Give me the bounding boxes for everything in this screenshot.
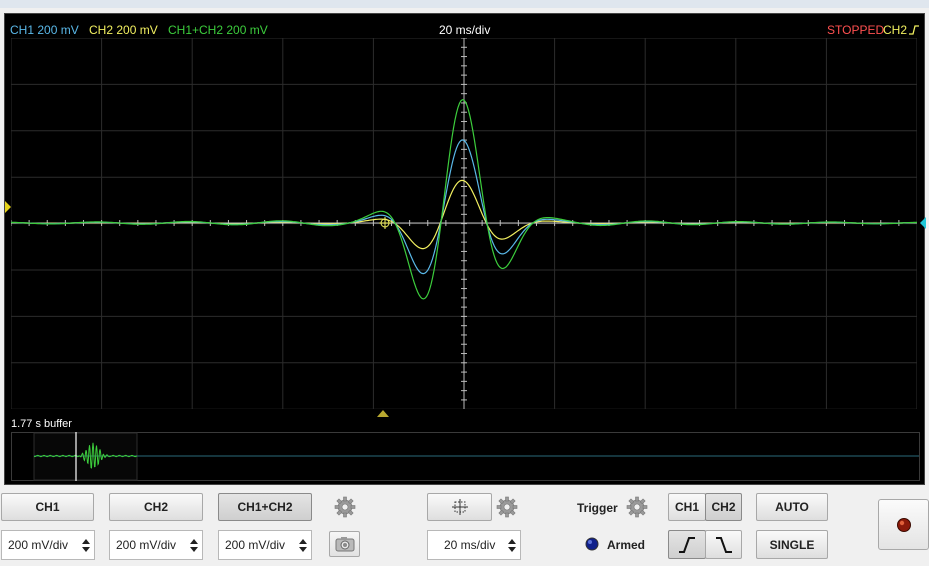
trigger-position-marker-icon[interactable] <box>377 410 389 417</box>
record-icon <box>896 517 911 532</box>
trigger-ch1-button[interactable]: CH1 <box>668 493 706 521</box>
sum-header-label: CH1+CH2 200 mV <box>168 23 268 37</box>
armed-indicator-icon <box>585 537 599 551</box>
ch1-header-label: CH1 200 mV <box>10 23 79 37</box>
sum-button[interactable]: CH1+CH2 <box>218 493 312 521</box>
armed-label: Armed <box>607 538 646 552</box>
ch1-scale-spinner[interactable]: 200 mV/div <box>1 530 95 560</box>
rising-edge-button[interactable] <box>668 530 706 559</box>
auto-button[interactable]: AUTO <box>756 493 828 521</box>
ch2-scale-value: 200 mV/div <box>116 538 177 552</box>
time-scale-spinner[interactable]: 20 ms/div <box>427 530 521 560</box>
ch1-scale-value: 200 mV/div <box>8 538 69 552</box>
waveform-plot <box>11 38 917 409</box>
screenshot-button[interactable] <box>329 531 360 557</box>
trigger-label: Trigger <box>577 501 618 515</box>
ch1-button[interactable]: CH1 <box>1 493 94 521</box>
spinner-arrows-icon[interactable] <box>295 538 311 552</box>
falling-edge-icon <box>715 536 732 553</box>
trigger-channel-label: CH2 <box>883 23 908 37</box>
timebase-header-label: 20 ms/div <box>439 23 491 37</box>
record-button[interactable] <box>878 499 929 550</box>
trigger-edge-indicator-icon <box>909 25 919 35</box>
sum-scale-value: 200 mV/div <box>225 538 286 552</box>
camera-icon <box>335 537 354 552</box>
ch2-button[interactable]: CH2 <box>109 493 203 521</box>
trigger-ch2-button[interactable]: CH2 <box>705 493 742 521</box>
single-button[interactable]: SINGLE <box>756 530 828 559</box>
gear-icon[interactable] <box>626 496 648 518</box>
buffer-label: 1.77 s buffer <box>11 418 72 430</box>
buffer-overview[interactable] <box>11 432 920 481</box>
status-label: STOPPED <box>827 23 885 37</box>
spinner-arrows-icon[interactable] <box>504 538 520 552</box>
crosshair-icon <box>451 499 468 515</box>
scope-display: CH1 200 mV CH2 200 mV CH1+CH2 200 mV 20 … <box>4 13 926 485</box>
window-top-strip <box>0 0 929 8</box>
ch2-offset-marker-icon[interactable] <box>5 201 11 213</box>
time-scale-value: 20 ms/div <box>444 538 496 552</box>
gear-icon[interactable] <box>334 496 356 518</box>
gear-icon[interactable] <box>496 496 518 518</box>
ch2-scale-spinner[interactable]: 200 mV/div <box>109 530 203 560</box>
ch1-offset-marker-icon[interactable] <box>918 217 926 229</box>
spinner-arrows-icon[interactable] <box>78 538 94 552</box>
rising-edge-icon <box>679 536 695 553</box>
ch2-header-label: CH2 200 mV <box>89 23 158 37</box>
sum-scale-spinner[interactable]: 200 mV/div <box>218 530 312 560</box>
spinner-arrows-icon[interactable] <box>186 538 202 552</box>
falling-edge-button[interactable] <box>705 530 742 559</box>
cursor-button[interactable] <box>427 493 492 521</box>
